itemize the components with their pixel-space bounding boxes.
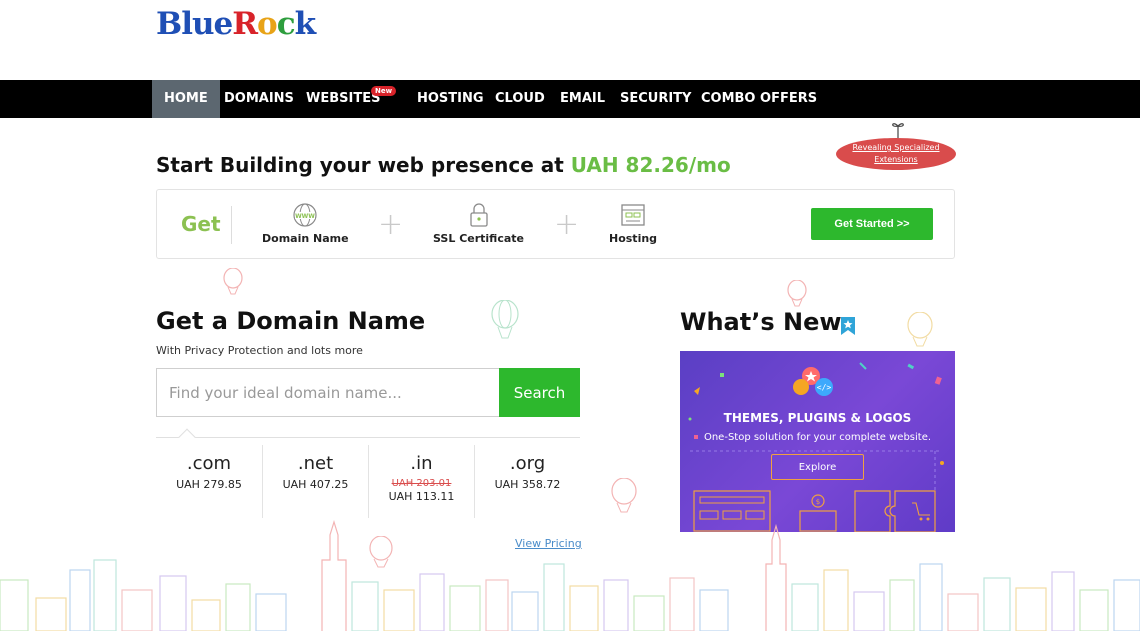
divider [156,437,580,438]
domain-search-button[interactable]: Search [499,368,580,417]
logo-letter: B [156,6,182,42]
svg-text:</>: </> [817,383,832,392]
nav-home[interactable]: HOME [152,80,220,118]
balloon-icon [611,478,637,513]
padlock-icon [469,203,488,227]
bundle-label: SSL Certificate [433,232,524,245]
logo-letter: o [257,6,278,42]
extensions-tag[interactable]: Revealing Specialized Extensions [836,123,956,172]
balloon-icon [907,312,933,347]
nav-domains[interactable]: DOMAINS [224,80,294,118]
logo-letter: u [191,6,215,42]
tld-org[interactable]: .org UAH 358.72 [474,445,580,518]
tld-com[interactable]: .com UAH 279.85 [156,445,262,518]
tld-price: UAH 279.85 [176,478,242,491]
get-started-button[interactable]: Get Started >> [811,208,933,240]
bundle-label: Hosting [609,232,658,245]
nav-combo-offers[interactable]: COMBO OFFERS [701,80,817,118]
pointer-caret [178,428,196,446]
plus-icon: + [554,207,580,242]
logo-letter: R [232,6,258,42]
new-badge: New [371,86,397,96]
tld-name: .net [297,453,334,474]
bluerock-logo[interactable]: BlueRock [156,6,317,42]
extensions-tag-label[interactable]: Revealing Specialized Extensions [836,142,956,166]
tld-price: UAH 358.72 [494,478,561,491]
logo-letter: e [213,6,234,42]
tld-price: UAH 113.11 [388,490,455,503]
tld-old-price: UAH 203.01 [391,478,452,489]
city-skyline-illustration [0,520,1140,631]
balloon-icon [223,268,243,295]
globe-www-icon: WWW [293,203,317,227]
nav-email[interactable]: EMAIL [560,80,605,118]
tld-net[interactable]: .net UAH 407.25 [262,445,368,518]
balloon-icon [491,300,519,339]
bundle-hosting: Hosting [609,202,657,245]
ribbon-icon [892,123,904,140]
tld-name: .in [410,453,433,474]
star-bookmark-icon [841,317,855,335]
banner-subtitle: One-Stop solution for your complete webs… [703,432,932,443]
balloon-icon [787,280,807,307]
svg-text:$: $ [816,498,820,506]
banner-heading: THEMES, PLUGINS & LOGOS [723,411,912,425]
domain-section-subtitle: With Privacy Protection and lots more [156,344,363,357]
domain-search-input[interactable] [156,368,500,417]
bundle-ssl: SSL Certificate [433,202,524,245]
headline-text: Start Building your web presence at [156,153,571,177]
nav-hosting[interactable]: HOSTING [417,80,484,118]
domain-section-title: Get a Domain Name [156,307,426,335]
plus-icon: + [378,207,404,242]
nav-cloud[interactable]: CLOUD [495,80,545,118]
whats-new-banner[interactable]: </> $ THEMES, PLUGINS & LOGOS One-Stop s… [680,351,955,532]
explore-button[interactable]: Explore [771,454,864,480]
tld-in[interactable]: .in UAH 203.01 UAH 113.11 [368,445,474,518]
nav-websites[interactable]: WEBSITES [306,80,380,118]
get-label: Get [181,212,221,236]
logo-letter: k [294,6,317,42]
nav-security[interactable]: SECURITY [620,80,691,118]
logo-letter: c [276,6,296,42]
tld-price: UAH 407.25 [282,478,349,491]
logo-letter: l [181,6,193,42]
main-nav: HOME DOMAINS WEBSITES New HOSTING CLOUD … [0,80,1140,118]
bundle-label: Domain Name [262,232,349,245]
bundle-domain-name: WWW Domain Name [262,202,349,245]
tld-name: .com [186,453,232,474]
hosting-window-icon [621,204,645,226]
promo-headline: Start Building your web presence at UAH … [156,153,731,177]
headline-price: UAH 82.26/mo [570,153,731,177]
divider [231,206,232,244]
tld-name: .org [509,453,546,474]
whats-new-title: What’s New [680,308,842,336]
get-bundle-bar: Get WWW Domain Name + SSL Certificate + … [156,189,955,259]
svg-text:WWW: WWW [295,213,315,220]
